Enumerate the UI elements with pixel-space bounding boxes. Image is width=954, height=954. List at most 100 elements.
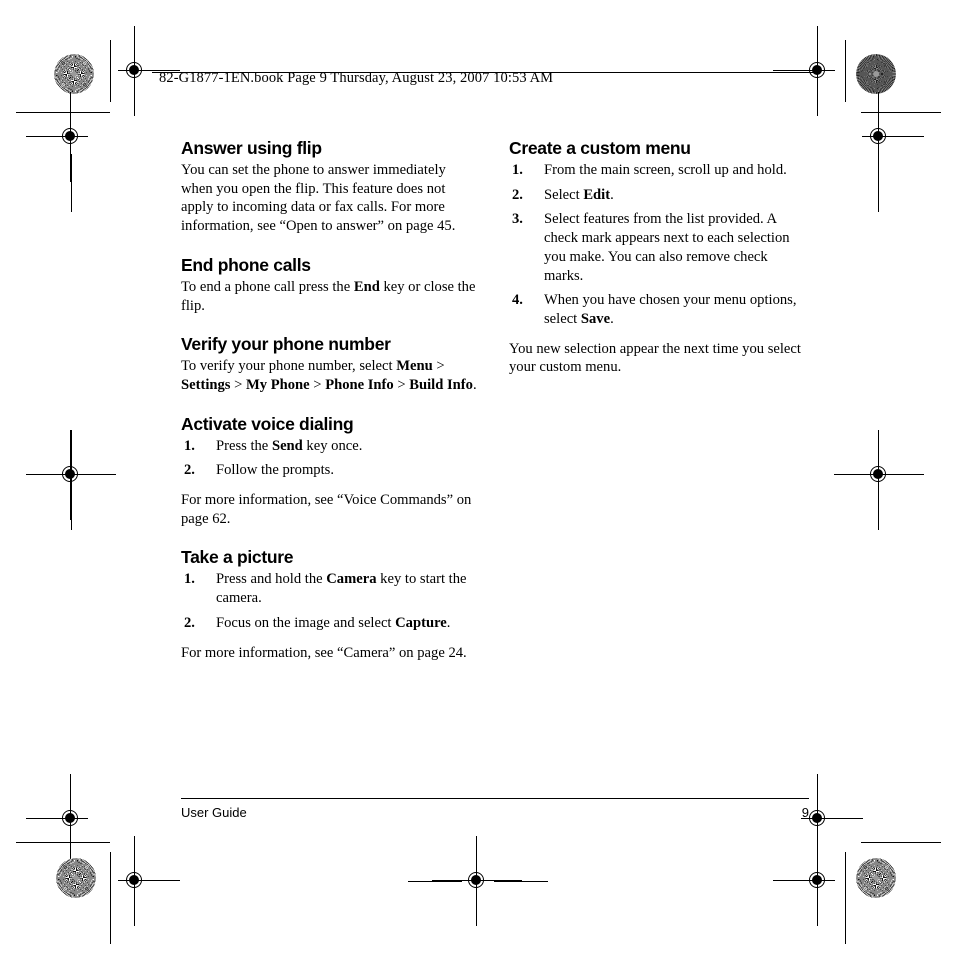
step-text-before: Press the (216, 437, 272, 454)
registration-rosette-bottom-left (56, 858, 96, 898)
list-item: 2. Follow the prompts. (181, 461, 481, 480)
step-text-after: . (610, 186, 614, 203)
step-number: 2. (184, 462, 195, 479)
keyword-capture: Capture (395, 614, 447, 631)
registration-mark-lower-left (26, 774, 88, 864)
menu-path-separator: > (230, 376, 246, 393)
registration-rosette-bottom-right (856, 858, 896, 898)
trim-line-horizontal-bottom-center-right (494, 881, 548, 882)
keyword-send: Send (271, 437, 303, 454)
heading-take-a-picture: Take a picture (181, 547, 294, 568)
header-filename-stamp: 82-G1877-1EN.book Page 9 Thursday, Augus… (159, 70, 554, 86)
rosette-core (873, 875, 879, 881)
list-item: 1. From the main screen, scroll up and ho… (509, 161, 809, 180)
registration-crosshair-horizontal (773, 880, 835, 881)
heading-activate-voice-dialing: Activate voice dialing (181, 413, 354, 434)
paragraph-answer-using-flip: You can set the phone to answer immediat… (181, 162, 456, 235)
registration-mark-bottom-left (118, 836, 180, 926)
rosette-core (873, 71, 879, 77)
menu-path-menu: Menu (396, 358, 433, 375)
right-column: Create a custom menu 1. From the main scr… (509, 138, 809, 377)
registration-dot (65, 813, 75, 823)
registration-mark-top-left (118, 26, 180, 116)
step-number: 1. (184, 571, 195, 588)
step-number: 3. (512, 211, 523, 228)
menu-path-settings: Settings (181, 376, 231, 393)
footer-rule (181, 798, 809, 799)
paragraph-verify-your-phone-number: To verify your phone number, select Menu… (181, 357, 481, 394)
trim-line-vertical-right-upper (878, 154, 879, 212)
trim-line-horizontal-upper-right (861, 112, 941, 113)
footer-page-number: 9 (801, 805, 809, 820)
registration-dot (65, 469, 75, 479)
paragraph-custom-menu-closing: You new selection appear the next time y… (509, 340, 801, 376)
list-item: 2. Focus on the image and select Capture. (181, 614, 481, 633)
trim-line-horizontal-bottom-center-left (408, 881, 462, 882)
text-before-keyword: To end a phone call press the (181, 278, 354, 295)
trim-line-vertical-left-middle (71, 430, 72, 530)
verify-intro-text: To verify your phone number, select (181, 358, 397, 375)
menu-path-my-phone: My Phone (246, 376, 310, 393)
steps-activate-voice-dialing: 1. Press the Send key once. 2. Follow the … (181, 437, 481, 480)
verify-end-text: . (472, 376, 477, 393)
paragraph-camera-reference: For more information, see “Camera” on pa… (181, 644, 467, 661)
registration-dot (129, 875, 139, 885)
registration-crosshair-horizontal (773, 70, 835, 71)
registration-dot (65, 131, 75, 141)
trim-line-horizontal-lower-left (16, 842, 110, 843)
list-item: 1. Press and hold the Camera key to start… (181, 570, 481, 607)
registration-mark-middle-right (834, 430, 924, 520)
step-text-before: Press and hold the (216, 571, 327, 588)
menu-path-phone-info: Phone Info (325, 376, 394, 393)
heading-end-phone-calls: End phone calls (181, 254, 311, 275)
menu-path-separator: > (309, 376, 326, 393)
keyword-save: Save (580, 310, 611, 327)
list-item: 1. Press the Send key once. (181, 437, 481, 456)
registration-dot (471, 875, 481, 885)
list-item: 2. Select Edit. (509, 186, 809, 205)
registration-mark-bottom-right (773, 836, 835, 926)
registration-crosshair-horizontal (26, 136, 88, 137)
paragraph-voice-commands-reference: For more information, see “Voice Command… (181, 492, 472, 527)
registration-mark-top-right (773, 26, 835, 116)
menu-path-build-info: Build Info (409, 376, 473, 393)
steps-take-a-picture: 1. Press and hold the Camera key to start… (181, 570, 481, 632)
step-text-before: Focus on the image and select (216, 614, 396, 631)
step-number: 1. (184, 437, 195, 454)
menu-path-separator: > (393, 376, 410, 393)
registration-mark-upper-right (862, 92, 924, 182)
page-content: Answer using flip You can set the phone … (181, 138, 821, 778)
step-number: 1. (512, 162, 523, 178)
trim-line-vertical-left-upper (71, 154, 72, 212)
step-number: 4. (512, 292, 523, 309)
left-column: Answer using flip You can set the phone … (181, 138, 481, 662)
step-number: 2. (512, 186, 523, 203)
registration-dot (873, 131, 883, 141)
trim-line-horizontal-lower-right (861, 842, 941, 843)
rosette-core (73, 875, 79, 881)
registration-mark-upper-left (26, 92, 88, 182)
trim-line-vertical-top-left (110, 40, 111, 102)
step-text-after: . (446, 614, 451, 631)
keyword-end: End (353, 278, 380, 295)
paragraph-end-phone-calls: To end a phone call press the End key or… (181, 278, 481, 315)
registration-dot (812, 813, 822, 823)
registration-mark-bottom-center (432, 836, 522, 926)
registration-dot (812, 875, 822, 885)
rosette-core (71, 71, 77, 77)
step-text-before: Select features from the list provided. … (544, 211, 790, 284)
heading-answer-using-flip: Answer using flip (181, 138, 322, 158)
heading-verify-your-phone-number: Verify your phone number (181, 334, 391, 355)
step-number: 2. (184, 614, 195, 631)
step-text-before: Select (544, 186, 584, 203)
step-text-before: Follow the prompts. (216, 462, 334, 479)
list-item: 4. When you have chosen your menu options… (509, 291, 809, 328)
trim-line-vertical-bottom-left (110, 852, 111, 944)
step-text-after: . (610, 310, 614, 327)
registration-crosshair-horizontal (26, 818, 88, 819)
trim-line-vertical-bottom-right (845, 852, 846, 944)
trim-line-vertical-right-middle (878, 430, 879, 530)
footer-document-title: User Guide (181, 805, 247, 820)
registration-rosette-top-left (54, 54, 94, 94)
list-item: 3. Select features from the list provided… (509, 210, 809, 285)
